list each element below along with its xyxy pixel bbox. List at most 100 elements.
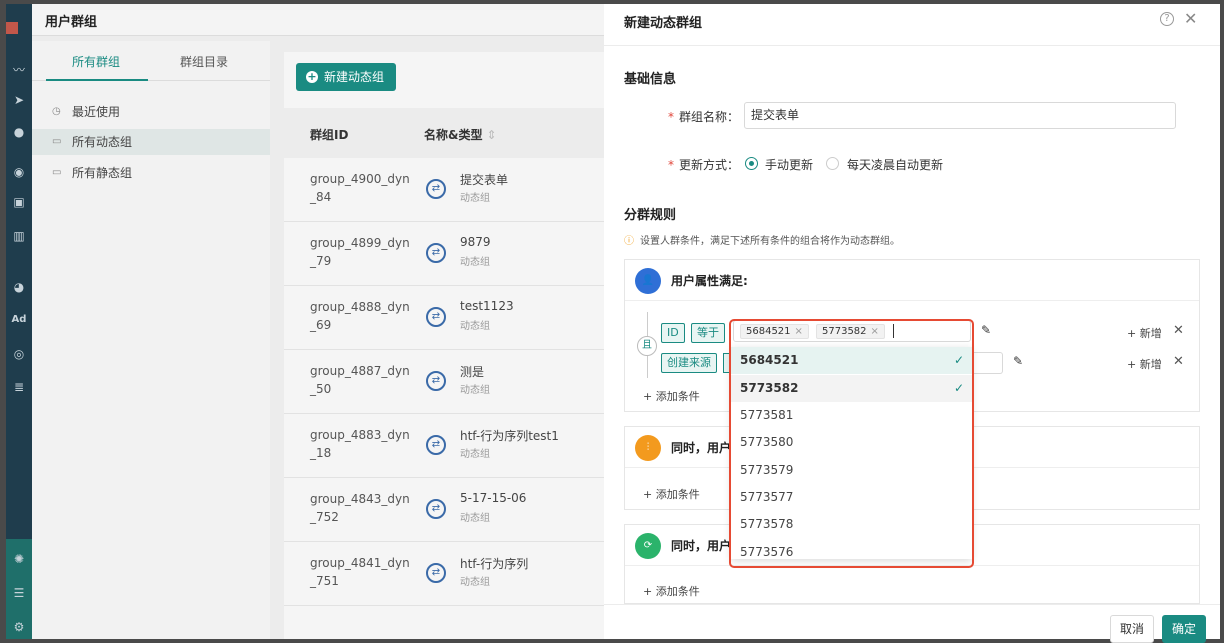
add-row-button[interactable]: + 新增 (1127, 356, 1162, 372)
nav-static-label: 所有静态组 (72, 166, 133, 180)
dynamic-group-icon: ⇄ (426, 307, 446, 327)
row-type: 动态组 (460, 321, 490, 332)
table-row[interactable]: group_4888_dyn_69 ⇄ test1123 动态组 (284, 286, 604, 350)
plus-icon: + (306, 70, 318, 83)
settings-icon[interactable]: ⚙ (9, 619, 29, 635)
row-name[interactable]: htf-行为序列test1 (460, 427, 559, 444)
delete-row-icon[interactable]: ✕ (1173, 323, 1184, 338)
and-toggle[interactable]: 且 (637, 336, 657, 356)
col-name-type[interactable]: 名称&类型 ⇕ (424, 126, 497, 143)
table-row[interactable]: group_4899_dyn_79 ⇄ 9879 动态组 (284, 222, 604, 286)
row-type: 动态组 (460, 257, 490, 268)
row-group-id: group_4843_dyn_752 (310, 492, 410, 524)
row-group-id: group_4900_dyn_84 (310, 172, 410, 204)
delete-row-icon[interactable]: ✕ (1173, 354, 1184, 369)
group-sidebar: 所有群组 群组目录 ◷ 最近使用 ▭ 所有动态组 ▭ 所有静态组 (32, 41, 270, 639)
dynamic-group-icon: ⇄ (426, 435, 446, 455)
row-group-id: group_4888_dyn_69 (310, 300, 410, 332)
list-icon[interactable]: ≣ (9, 379, 29, 395)
row-name[interactable]: test1123 (460, 299, 514, 313)
nav-dynamic-groups[interactable]: ▭ 所有动态组 (32, 129, 270, 155)
group-name-input[interactable]: 提交表单 (744, 102, 1176, 129)
nav-dynamic-label: 所有动态组 (72, 135, 133, 149)
add-condition-button[interactable]: + 添加条件 (643, 583, 700, 599)
add-condition-button[interactable]: + 添加条件 (643, 486, 700, 502)
table-row[interactable]: group_4843_dyn_752 ⇄ 5-17-15-06 动态组 (284, 478, 604, 542)
col-group-id: 群组ID (310, 128, 349, 142)
folder-icon: ▭ (52, 167, 62, 178)
help-icon[interactable]: ? (1160, 12, 1174, 26)
basic-info-title: 基础信息 (624, 72, 677, 87)
group-name-label: * 群组名称： (668, 110, 740, 124)
user-icon[interactable]: ● (9, 124, 29, 140)
send-icon[interactable]: ➤ (9, 92, 29, 108)
tab-underline (46, 79, 148, 81)
hub-icon[interactable]: ✺ (9, 551, 29, 567)
row-type: 动态组 (460, 193, 490, 204)
group-tabs: 所有群组 群组目录 (32, 41, 270, 81)
close-icon[interactable]: ✕ (1184, 9, 1197, 28)
analytics-icon[interactable]: 〰 (9, 62, 29, 78)
nav-recent[interactable]: ◷ 最近使用 (32, 99, 270, 125)
icon-rail: 〰 ➤ ● ◉ ▣ ▥ ◕ Ad ◎ ≣ ✺ ☰ ⚙ (6, 4, 32, 639)
cancel-button[interactable]: 取消 (1110, 615, 1154, 643)
tab-all-groups[interactable]: 所有群组 (72, 53, 120, 70)
tab-group-directory[interactable]: 群组目录 (180, 53, 228, 70)
new-dynamic-group-button[interactable]: + 新建动态组 (296, 63, 396, 91)
row-name[interactable]: 5-17-15-06 (460, 491, 526, 505)
nav-recent-label: 最近使用 (72, 105, 121, 119)
edit-pencil-icon[interactable]: ✎ (1013, 354, 1023, 368)
sort-icon[interactable]: ⇕ (486, 128, 496, 142)
nav-static-groups[interactable]: ▭ 所有静态组 (32, 160, 270, 186)
col-name-type-label: 名称&类型 (424, 128, 483, 142)
dynamic-group-icon: ⇄ (426, 371, 446, 391)
drawer-footer: 取消 确定 (604, 604, 1220, 643)
clock-icon: ◷ (52, 106, 61, 117)
user-attribute-icon: 👤 (635, 268, 661, 294)
add-row-label: 新增 (1139, 327, 1162, 340)
user-group-icon[interactable]: ◉ (9, 164, 29, 180)
edit-pencil-icon[interactable]: ✎ (981, 323, 991, 337)
table-header: 群组ID 名称&类型 ⇕ (284, 108, 604, 158)
row-group-id: group_4883_dyn_18 (310, 428, 410, 460)
chat-icon[interactable]: ◕ (9, 279, 29, 295)
bar-chart-icon[interactable]: ▥ (9, 228, 29, 244)
bookmark-icon[interactable]: ▣ (9, 194, 29, 210)
add-condition-label: 添加条件 (655, 488, 700, 501)
add-row-button[interactable]: + 新增 (1127, 325, 1162, 341)
page-title: 用户群组 (45, 15, 98, 30)
condition-field-tag[interactable]: 创建来源 (661, 353, 717, 373)
radio-auto-update[interactable] (826, 157, 839, 170)
update-mode-label: * 更新方式： (668, 158, 740, 172)
target-icon[interactable]: ◎ (9, 346, 29, 362)
table-row[interactable]: group_4841_dyn_751 ⇄ htf-行为序列 动态组 (284, 542, 604, 606)
annotation-highlight-box (729, 319, 974, 568)
condition-operator-tag[interactable]: 等于 (691, 323, 725, 343)
row-name[interactable]: 测是 (460, 363, 484, 380)
rules-hint: ⓘ 设置人群条件，满足下述所有条件的组合将作为动态群组。 (624, 232, 900, 247)
add-condition-label: 添加条件 (655, 585, 700, 598)
auto-update-label[interactable]: 每天凌晨自动更新 (847, 156, 943, 173)
manual-update-label[interactable]: 手动更新 (765, 156, 813, 173)
card-title: 同时，用户 (671, 539, 732, 553)
card-title: 同时，用户 (671, 441, 732, 455)
ad-icon[interactable]: Ad (9, 312, 29, 328)
rules-title: 分群规则 (624, 208, 677, 223)
row-name[interactable]: 9879 (460, 235, 491, 249)
row-name[interactable]: htf-行为序列 (460, 555, 528, 572)
confirm-button[interactable]: 确定 (1162, 615, 1206, 643)
rail-bottom: ✺ ☰ ⚙ (6, 539, 32, 639)
info-icon: ⓘ (624, 236, 634, 247)
radio-manual-update[interactable] (745, 157, 758, 170)
condition-field-tag[interactable]: ID (661, 323, 685, 343)
table-row[interactable]: group_4887_dyn_50 ⇄ 测是 动态组 (284, 350, 604, 414)
add-row-label: 新增 (1139, 358, 1162, 371)
add-condition-button[interactable]: + 添加条件 (643, 388, 700, 404)
rules-hint-text: 设置人群条件，满足下述所有条件的组合将作为动态群组。 (640, 236, 900, 247)
behavior-icon: ⫶ (635, 435, 661, 461)
table-row[interactable]: group_4883_dyn_18 ⇄ htf-行为序列test1 动态组 (284, 414, 604, 478)
card-header: 👤 用户属性满足: (625, 260, 1199, 300)
row-name[interactable]: 提交表单 (460, 171, 508, 188)
table-row[interactable]: group_4900_dyn_84 ⇄ 提交表单 动态组 (284, 158, 604, 222)
server-icon[interactable]: ☰ (9, 585, 29, 601)
